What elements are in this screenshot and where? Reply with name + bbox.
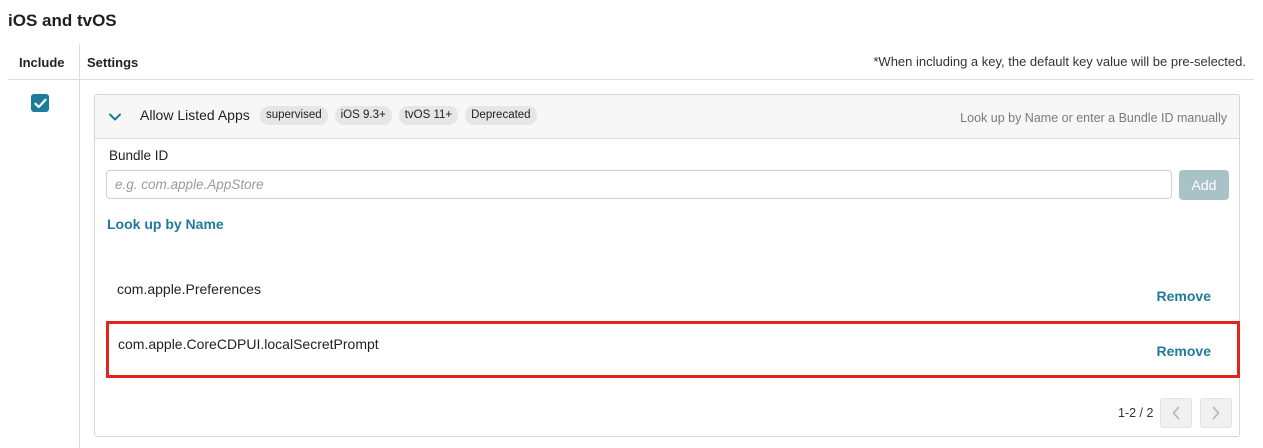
badge-deprecated: Deprecated xyxy=(465,106,537,125)
app-bundle-id: com.apple.Preferences xyxy=(117,281,261,297)
chevron-left-icon xyxy=(1173,406,1180,420)
add-button[interactable]: Add xyxy=(1179,170,1229,200)
allow-listed-apps-panel: Allow Listed Apps supervised iOS 9.3+ tv… xyxy=(94,94,1240,437)
list-item: com.apple.Preferences Remove xyxy=(106,267,1239,321)
badge-list: supervised iOS 9.3+ tvOS 11+ Deprecated xyxy=(260,106,537,125)
next-page-button[interactable] xyxy=(1200,398,1233,428)
chevron-right-icon xyxy=(1213,406,1220,420)
column-divider xyxy=(79,44,80,448)
badge-ios-version: iOS 9.3+ xyxy=(334,106,392,125)
bundle-id-input[interactable] xyxy=(106,170,1172,199)
app-bundle-id: com.apple.CoreCDPUI.localSecretPrompt xyxy=(118,336,379,352)
chevron-down-icon[interactable] xyxy=(107,109,123,125)
check-icon xyxy=(33,98,47,108)
badge-supervised: supervised xyxy=(260,106,328,125)
pagination: 1-2 / 2 xyxy=(1118,397,1233,429)
list-item-highlighted: com.apple.CoreCDPUI.localSecretPrompt Re… xyxy=(106,321,1240,378)
panel-title: Allow Listed Apps xyxy=(140,107,250,123)
remove-button[interactable]: Remove xyxy=(1157,288,1211,304)
column-header-include: Include xyxy=(19,55,65,70)
pagination-count: 1-2 / 2 xyxy=(1118,406,1154,420)
lookup-by-name-link[interactable]: Look up by Name xyxy=(107,216,224,232)
lookup-hint: Look up by Name or enter a Bundle ID man… xyxy=(960,111,1227,125)
remove-button[interactable]: Remove xyxy=(1157,343,1211,359)
table-header: Include Settings *When including a key, … xyxy=(8,44,1254,80)
previous-page-button[interactable] xyxy=(1160,398,1193,428)
panel-header: Allow Listed Apps supervised iOS 9.3+ tv… xyxy=(95,95,1239,139)
section-title: iOS and tvOS xyxy=(8,11,117,30)
column-header-settings: Settings xyxy=(87,55,139,70)
bundle-id-label: Bundle ID xyxy=(109,148,169,163)
include-checkbox[interactable] xyxy=(31,94,49,112)
default-value-note: *When including a key, the default key v… xyxy=(873,54,1246,69)
badge-tvos-version: tvOS 11+ xyxy=(398,106,459,125)
